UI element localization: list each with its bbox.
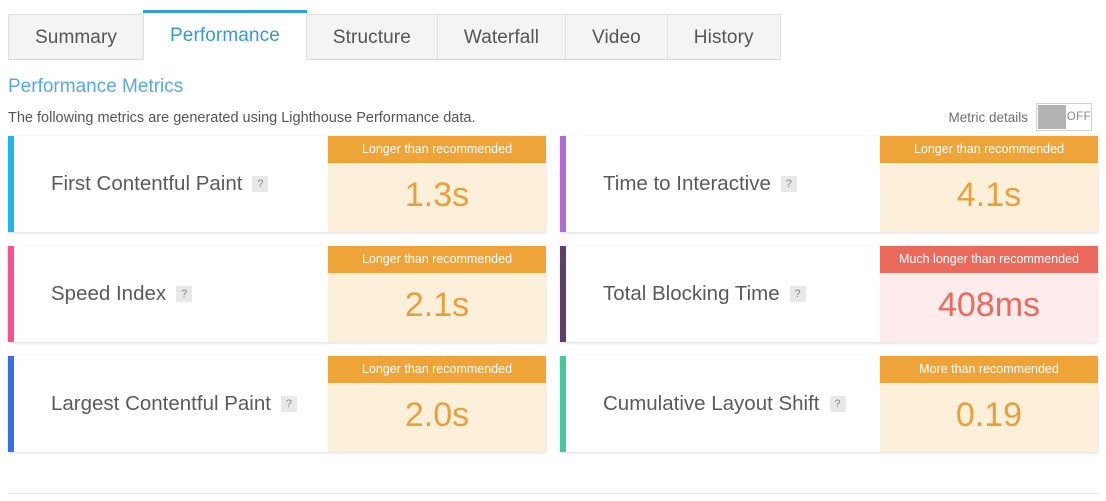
metric-value: 4.1s: [880, 163, 1098, 232]
status-badge: Longer than recommended: [328, 246, 546, 273]
tab-summary[interactable]: Summary: [8, 14, 144, 60]
metric-value: 1.3s: [328, 163, 546, 232]
page-title: Performance Metrics: [8, 76, 184, 97]
metric-value-panel: Longer than recommended 2.0s: [328, 356, 546, 452]
metric-name: Largest Contentful Paint: [51, 392, 271, 415]
metric-value: 408ms: [880, 273, 1098, 342]
section-description: The following metrics are generated usin…: [8, 110, 476, 126]
tab-label: Summary: [35, 27, 117, 48]
footer-divider: [8, 493, 1098, 494]
metric-value: 0.19: [880, 383, 1098, 452]
metric-label-area: Speed Index ?: [14, 246, 328, 342]
help-icon[interactable]: ?: [252, 176, 269, 192]
metric-label-area: First Contentful Paint ?: [14, 136, 328, 232]
metric-name: Total Blocking Time: [603, 282, 780, 305]
help-icon[interactable]: ?: [789, 286, 806, 302]
tab-label: Performance: [170, 25, 280, 46]
tab-label: Video: [592, 27, 641, 48]
metric-details-label: Metric details: [948, 109, 1028, 125]
tab-history[interactable]: History: [666, 14, 781, 60]
metric-name: Time to Interactive: [603, 172, 771, 195]
metric-card-cumulative-layout-shift[interactable]: Cumulative Layout Shift ? More than reco…: [560, 356, 1098, 452]
metric-label-area: Cumulative Layout Shift ?: [566, 356, 880, 452]
toggle-knob: [1038, 105, 1066, 129]
metric-card-largest-contentful-paint[interactable]: Largest Contentful Paint ? Longer than r…: [8, 356, 546, 452]
metric-value-panel: Longer than recommended 2.1s: [328, 246, 546, 342]
tab-performance[interactable]: Performance: [143, 10, 307, 60]
metric-details-control: Metric details OFF: [948, 103, 1092, 131]
metric-value-panel: Longer than recommended 4.1s: [880, 136, 1098, 232]
metric-value-panel: Much longer than recommended 408ms: [880, 246, 1098, 342]
metric-card-first-contentful-paint[interactable]: First Contentful Paint ? Longer than rec…: [8, 136, 546, 232]
metric-label-area: Largest Contentful Paint ?: [14, 356, 328, 452]
metric-name: Speed Index: [51, 282, 167, 305]
metric-value: 2.0s: [328, 383, 546, 452]
metric-card-total-blocking-time[interactable]: Total Blocking Time ? Much longer than r…: [560, 246, 1098, 342]
tab-bar: Summary Performance Structure Waterfall …: [0, 0, 1106, 60]
status-badge: More than recommended: [880, 356, 1098, 383]
performance-section-header: Performance Metrics The following metric…: [0, 76, 1106, 131]
metrics-grid: First Contentful Paint ? Longer than rec…: [8, 136, 1098, 452]
metric-value-panel: More than recommended 0.19: [880, 356, 1098, 452]
metric-card-speed-index[interactable]: Speed Index ? Longer than recommended 2.…: [8, 246, 546, 342]
tab-label: Structure: [332, 27, 411, 48]
metric-value-panel: Longer than recommended 1.3s: [328, 136, 546, 232]
metric-name: First Contentful Paint: [51, 172, 243, 195]
help-icon[interactable]: ?: [829, 396, 846, 412]
toggle-state-label: OFF: [1066, 111, 1091, 123]
status-badge: Longer than recommended: [328, 356, 546, 383]
help-icon[interactable]: ?: [280, 396, 297, 412]
metric-label-area: Total Blocking Time ?: [566, 246, 880, 342]
tab-waterfall[interactable]: Waterfall: [436, 14, 567, 60]
status-badge: Longer than recommended: [880, 136, 1098, 163]
status-badge: Longer than recommended: [328, 136, 546, 163]
tab-video[interactable]: Video: [565, 14, 668, 60]
help-icon[interactable]: ?: [176, 286, 193, 302]
tab-structure[interactable]: Structure: [305, 14, 438, 60]
status-badge: Much longer than recommended: [880, 246, 1098, 273]
metric-name: Cumulative Layout Shift: [603, 392, 820, 415]
tab-label: Waterfall: [463, 27, 540, 48]
tab-label: History: [693, 27, 754, 48]
metric-card-time-to-interactive[interactable]: Time to Interactive ? Longer than recomm…: [560, 136, 1098, 232]
metric-value: 2.1s: [328, 273, 546, 342]
metric-details-toggle[interactable]: OFF: [1036, 103, 1092, 131]
metric-label-area: Time to Interactive ?: [566, 136, 880, 232]
help-icon[interactable]: ?: [780, 176, 797, 192]
